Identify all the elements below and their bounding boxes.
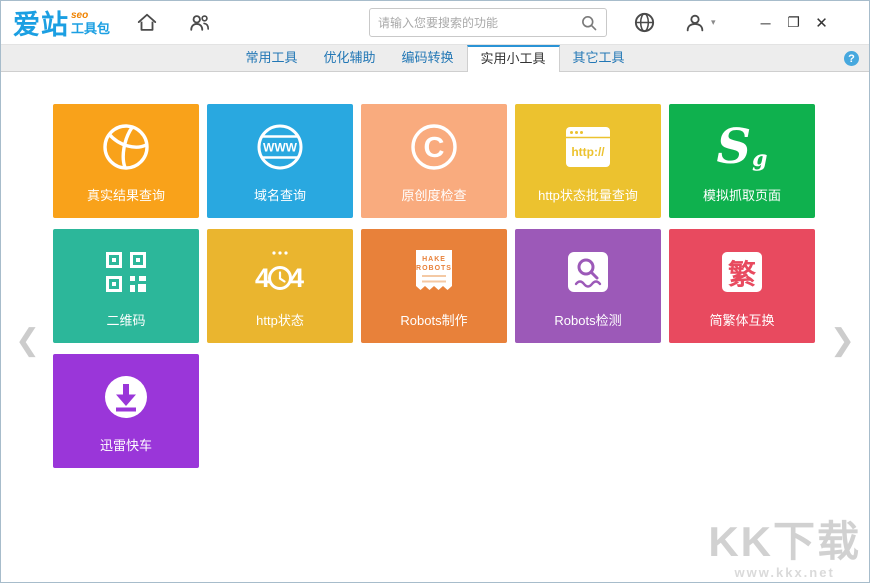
- home-icon[interactable]: [136, 12, 158, 34]
- tile-domain-query[interactable]: WWW 域名查询: [207, 104, 353, 218]
- next-page-chevron-icon[interactable]: ❯: [830, 326, 855, 356]
- app-logo: 爱站 seo 工具包: [13, 3, 110, 42]
- dribbble-ball-icon: [98, 114, 154, 180]
- tab-optimize-assist[interactable]: 优化辅助: [310, 45, 388, 71]
- svg-text:C: C: [424, 132, 445, 164]
- tile-label: 二维码: [106, 310, 145, 329]
- tile-qrcode[interactable]: 二维码: [53, 229, 199, 343]
- svg-text:WWW: WWW: [263, 141, 298, 155]
- tabbar: 常用工具 优化辅助 编码转换 实用小工具 其它工具 ?: [1, 45, 869, 72]
- tab-encoding-convert[interactable]: 编码转换: [388, 45, 466, 71]
- tile-label: 原创度检查: [401, 185, 466, 204]
- topbar: 爱站 seo 工具包: [1, 1, 869, 45]
- app-window: 爱站 seo 工具包: [0, 0, 870, 583]
- tile-robots-check[interactable]: Robots检测: [515, 229, 661, 343]
- search-icon[interactable]: [580, 14, 598, 32]
- tab-other-tools[interactable]: 其它工具: [560, 45, 638, 71]
- robots-file-icon: HAKE ROBOTS: [406, 239, 462, 305]
- minimize-button[interactable]: ─: [754, 15, 778, 31]
- users-icon[interactable]: [188, 12, 211, 34]
- tile-simplified-traditional-convert[interactable]: 繁 简繁体互换: [669, 229, 815, 343]
- tile-real-result-query[interactable]: 真实结果查询: [53, 104, 199, 218]
- tile-label: Robots检测: [554, 310, 621, 329]
- svg-text:http://: http://: [571, 145, 605, 159]
- svg-text:繁: 繁: [728, 259, 757, 290]
- svg-text:HAKE: HAKE: [422, 256, 446, 263]
- tile-simulate-crawl-page[interactable]: Sg 模拟抓取页面: [669, 104, 815, 218]
- tile-label: http状态: [256, 310, 304, 329]
- logo-sub-text: 工具包: [71, 22, 110, 35]
- tile-label: 真实结果查询: [87, 185, 165, 204]
- window-controls: ─ ❐ ✕: [750, 14, 834, 32]
- user-menu[interactable]: ▾: [684, 12, 716, 34]
- tile-robots-maker[interactable]: HAKE ROBOTS Robots制作: [361, 229, 507, 343]
- main-content: ❮ ❯ 真实结果查询: [1, 72, 869, 582]
- close-button[interactable]: ✕: [810, 14, 834, 32]
- tile-thunder-express[interactable]: 迅雷快车: [53, 354, 199, 468]
- tile-label: 模拟抓取页面: [703, 185, 781, 204]
- tile-label: 域名查询: [254, 185, 306, 204]
- svg-text:4: 4: [289, 263, 304, 293]
- caret-down-icon: ▾: [711, 17, 716, 28]
- help-icon[interactable]: ?: [844, 51, 859, 66]
- browser-http-icon: http://: [560, 114, 616, 180]
- tile-label: 迅雷快车: [100, 435, 152, 454]
- traditional-char-icon: 繁: [714, 239, 770, 305]
- svg-text:4: 4: [255, 263, 270, 293]
- tile-label: http状态批量查询: [538, 185, 638, 204]
- globe-icon[interactable]: [633, 11, 656, 34]
- download-circle-icon: [98, 364, 154, 430]
- watermark: KK下载 www.kkx.net: [708, 521, 861, 580]
- sg-spider-icon: Sg: [716, 114, 767, 180]
- tab-utilities[interactable]: 实用小工具: [467, 45, 560, 72]
- tile-http-status[interactable]: 4 4 http状态: [207, 229, 353, 343]
- qrcode-icon: [98, 239, 154, 305]
- tile-label: Robots制作: [400, 310, 467, 329]
- search-box[interactable]: [369, 8, 607, 37]
- tab-common-tools[interactable]: 常用工具: [232, 45, 310, 71]
- magnifier-doc-icon: [560, 239, 616, 305]
- tile-http-status-batch-query[interactable]: http:// http状态批量查询: [515, 104, 661, 218]
- logo-seo-text: seo: [71, 11, 110, 21]
- logo-main-text: 爱站: [13, 3, 69, 42]
- watermark-title: KK下载: [708, 521, 861, 563]
- tile-label: 简繁体互换: [709, 310, 774, 329]
- tile-originality-check[interactable]: C 原创度检查: [361, 104, 507, 218]
- prev-page-chevron-icon[interactable]: ❮: [15, 326, 40, 356]
- www-globe-icon: WWW: [252, 114, 308, 180]
- maximize-button[interactable]: ❐: [782, 14, 806, 31]
- watermark-url: www.kkx.net: [708, 565, 861, 580]
- svg-text:ROBOTS: ROBOTS: [416, 265, 452, 272]
- copyright-icon: C: [406, 114, 462, 180]
- clock-404-icon: 4 4: [250, 239, 310, 305]
- tool-grid: 真实结果查询 WWW 域名查询: [53, 104, 817, 479]
- search-input[interactable]: [378, 16, 580, 30]
- user-icon: [684, 12, 706, 34]
